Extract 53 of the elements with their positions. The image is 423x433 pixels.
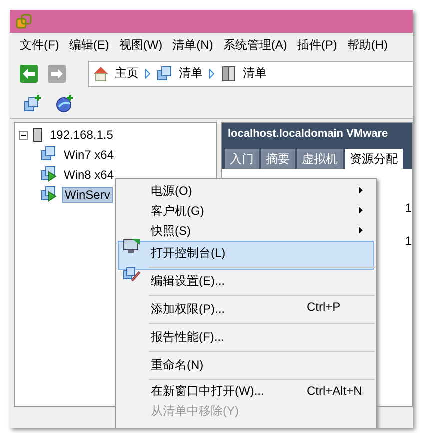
vm-running-icon <box>41 166 57 182</box>
tab[interactable]: 资源分配 <box>345 149 403 169</box>
back-button[interactable] <box>20 64 38 82</box>
menu-item[interactable]: 报告性能(F)... <box>118 325 374 354</box>
tree-item[interactable]: 192.168.1.5 <box>48 128 116 142</box>
menu-item[interactable]: 打开控制台(L) <box>118 241 374 270</box>
shortcut-text: Ctrl+P <box>307 300 341 314</box>
chevron-icon <box>209 68 215 78</box>
menu-item[interactable]: 插件(P) <box>297 36 338 54</box>
panel-title: localhost.localdomain VMware <box>222 123 412 145</box>
tab[interactable]: 虚拟机 <box>297 149 343 169</box>
menu-item[interactable]: 编辑设置(E)... <box>118 269 374 298</box>
chevron-icon <box>145 68 151 78</box>
tree-item[interactable]: WinServ <box>62 187 114 203</box>
submenu-arrow-icon <box>359 227 363 234</box>
collapse-icon[interactable] <box>19 130 28 140</box>
menu-item[interactable]: 快照(S) <box>118 221 374 241</box>
app-logo-icon <box>16 14 32 30</box>
menu-item[interactable]: 编辑(E) <box>69 36 110 54</box>
breadcrumb-link[interactable]: 清单 <box>179 65 203 82</box>
tree-item[interactable]: Win7 x64 <box>62 148 116 162</box>
tab[interactable]: 入门 <box>225 149 259 169</box>
edit-icon <box>123 266 141 282</box>
vm-icon <box>157 66 173 82</box>
menu-item[interactable]: 系统管理(A) <box>223 36 288 54</box>
globe-add-icon[interactable] <box>56 95 74 113</box>
tab[interactable]: 摘要 <box>261 149 295 169</box>
server-icon <box>221 66 237 82</box>
back-arrow-icon <box>23 68 35 78</box>
shortcut-text: Ctrl+Alt+N <box>307 384 362 398</box>
value-text: 1 <box>405 201 412 215</box>
menu-item[interactable]: 电源(O) <box>118 181 374 201</box>
breadcrumb-link[interactable]: 清单 <box>243 65 267 82</box>
menu-item[interactable]: 帮助(H) <box>347 36 388 54</box>
value-text: 1 <box>405 234 412 248</box>
vm-icon <box>41 146 57 162</box>
menu-item[interactable]: 视图(W) <box>119 36 163 54</box>
menu-item[interactable]: 在新窗口中打开(W)... Ctrl+Alt+N <box>118 381 374 401</box>
submenu-arrow-icon <box>359 187 363 194</box>
tree-item[interactable]: Win8 x64 <box>62 168 116 182</box>
home-icon <box>93 66 109 82</box>
menu-item[interactable]: 添加权限(P)... Ctrl+P <box>118 297 374 326</box>
breadcrumb-link[interactable]: 主页 <box>115 65 139 82</box>
forward-arrow-icon <box>51 68 63 78</box>
new-vm-icon[interactable] <box>24 95 42 113</box>
menu-item[interactable]: 文件(F) <box>20 36 60 54</box>
vm-running-icon <box>41 186 57 202</box>
menu-item[interactable]: 清单(N) <box>172 36 214 54</box>
server-icon <box>33 128 43 142</box>
menu-item[interactable]: 重命名(N) <box>118 353 374 382</box>
submenu-arrow-icon <box>359 207 363 214</box>
menu-item[interactable]: 客户机(G) <box>118 201 374 221</box>
monitor-icon <box>123 238 141 254</box>
